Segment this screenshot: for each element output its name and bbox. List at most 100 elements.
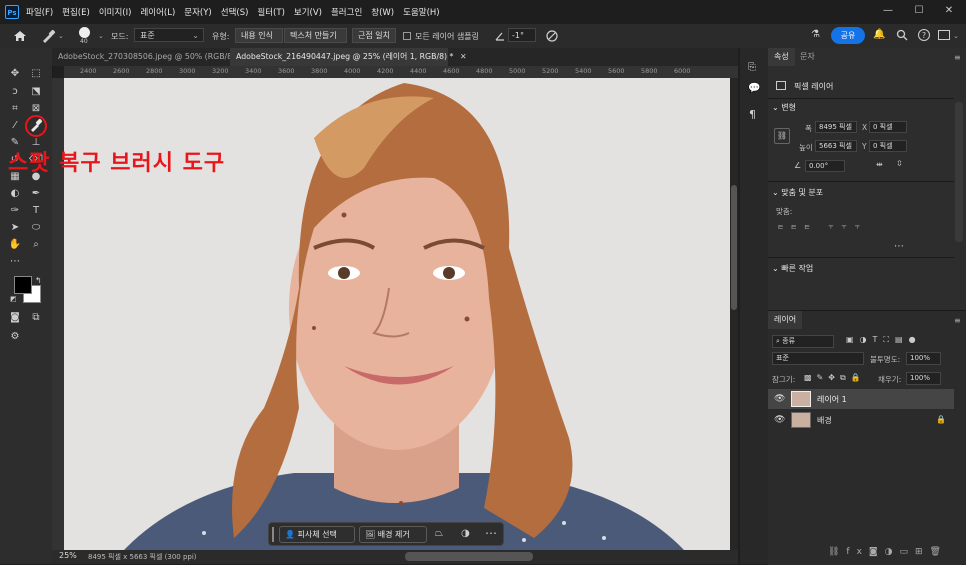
type-tool-icon[interactable]: T — [28, 203, 44, 219]
quick-mask-icon[interactable]: ◙ — [7, 310, 23, 326]
quick-actions-header[interactable]: ⌄ 빠른 작업 — [772, 263, 813, 274]
dodge-tool-icon[interactable]: ◐ — [7, 186, 23, 202]
document-tab[interactable]: AdobeStock_270308506.jpeg @ 50% (RGB/8) … — [52, 48, 248, 66]
angle-input[interactable]: -1° — [508, 28, 536, 42]
swap-colors-icon[interactable]: ↰ — [35, 276, 42, 285]
chevron-down-icon[interactable]: ⌄ — [58, 32, 64, 40]
fill-input[interactable]: 100% — [906, 372, 941, 385]
mode-select[interactable]: 표준 ⌄ — [134, 28, 204, 42]
type-content-aware-button[interactable]: 내용 인식 — [235, 28, 283, 43]
x-input[interactable]: 0 픽셀 — [869, 121, 907, 133]
foreground-color-swatch[interactable] — [14, 276, 32, 294]
chevron-down-icon[interactable]: ⌄ — [953, 32, 959, 40]
search-icon[interactable] — [896, 29, 908, 41]
vertical-scrollbar[interactable] — [730, 78, 738, 550]
link-icon[interactable]: ⛓ — [774, 128, 790, 144]
help-icon[interactable]: ? — [918, 29, 930, 41]
y-input[interactable]: 0 픽셀 — [869, 140, 907, 152]
crop-tool-icon[interactable]: ⌗ — [7, 101, 23, 117]
ellipse-tool-icon[interactable]: ⬭ — [28, 220, 44, 236]
edit-toolbar-icon[interactable]: ⚙ — [7, 329, 23, 345]
bell-icon[interactable]: 🔔 — [873, 29, 885, 40]
menu-layer[interactable]: 레이어(L) — [140, 6, 175, 18]
layer-filter-select[interactable]: ⌕ 종류 — [772, 335, 834, 348]
type-proximity-match-button[interactable]: 근접 일치 — [352, 28, 396, 43]
brush-size-icon[interactable] — [79, 27, 90, 38]
paragraph-icon[interactable]: ¶ — [749, 108, 756, 121]
default-colors-icon[interactable]: ◩ — [10, 295, 17, 303]
document-tab-active[interactable]: AdobeStock_216490447.jpeg @ 25% (레이어 1, … — [230, 48, 467, 66]
layers-footer-icons[interactable]: ⛓fx◙◑▭⊞🗑 — [828, 547, 948, 557]
menu-type[interactable]: 문자(Y) — [184, 6, 211, 18]
align-section-header[interactable]: ⌄ 맞춤 및 분포 — [772, 187, 823, 198]
pen-tool-icon[interactable]: ✒ — [28, 186, 44, 202]
layer-row[interactable]: 👁 배경 🔒 — [768, 410, 954, 430]
spot-healing-brush-preset-icon[interactable] — [40, 29, 56, 43]
align-buttons[interactable]: ⫢⫢⫢ ⫟⫟⫟ — [778, 222, 868, 232]
history-icon[interactable]: ⎘ — [748, 62, 756, 73]
more-icon[interactable]: ⋯ — [485, 526, 497, 540]
panel-scrollbar[interactable] — [955, 102, 963, 242]
menu-image[interactable]: 이미지(I) — [99, 6, 132, 18]
comments-icon[interactable]: 💬 — [748, 83, 760, 94]
chevron-down-icon[interactable]: ⌄ — [98, 32, 104, 40]
remove-background-button[interactable]: 🖼 배경 제거 — [359, 526, 427, 543]
width-input[interactable]: 8495 픽셀 — [815, 121, 857, 133]
lasso-tool-icon[interactable]: ↄ — [7, 84, 23, 100]
share-button[interactable]: 공유 — [831, 27, 865, 44]
tab-layers[interactable]: 레이어 — [768, 311, 803, 329]
home-icon[interactable] — [12, 29, 28, 43]
menu-file[interactable]: 파일(F) — [26, 6, 53, 18]
screen-mode-icon[interactable]: ⧉ — [28, 310, 44, 326]
panel-menu-icon[interactable]: ≡ — [954, 53, 961, 62]
transform-section-header[interactable]: ⌄ 변형 — [772, 102, 796, 113]
type-create-texture-button[interactable]: 텍스처 만들기 — [284, 28, 347, 43]
adjustment-icon[interactable]: ◑ — [461, 528, 470, 539]
sample-all-layers-checkbox[interactable] — [403, 32, 411, 40]
more-icon[interactable]: ⋯ — [894, 241, 904, 252]
menu-filter[interactable]: 필터(T) — [257, 6, 284, 18]
height-input[interactable]: 5663 픽셀 — [815, 140, 857, 152]
tab-character[interactable]: 문자 — [794, 48, 821, 66]
menu-window[interactable]: 창(W) — [371, 6, 394, 18]
close-icon[interactable]: ✕ — [941, 3, 957, 19]
menu-help[interactable]: 도움말(H) — [403, 6, 439, 18]
horizontal-scrollbar-thumb[interactable] — [405, 552, 533, 561]
zoom-level[interactable]: 25% — [59, 551, 77, 560]
workspace-icon[interactable] — [938, 30, 950, 40]
minimize-icon[interactable]: — — [880, 3, 896, 19]
opacity-input[interactable]: 100% — [906, 352, 941, 365]
lock-icons[interactable]: ▩✎✥⧉🔒 — [804, 373, 866, 383]
pressure-size-icon[interactable] — [546, 30, 558, 42]
more-tools-icon[interactable]: ⋯ — [7, 254, 23, 270]
hand-tool-icon[interactable]: ✋ — [7, 237, 23, 253]
marquee-tool-icon[interactable]: ⬚ — [28, 66, 44, 82]
menu-plugins[interactable]: 플러그인 — [331, 6, 362, 18]
vertical-scrollbar-thumb[interactable] — [731, 185, 737, 310]
layer-row[interactable]: 👁 레이어 1 — [768, 389, 954, 409]
angle-input[interactable]: 0.00° — [805, 160, 845, 172]
visibility-eye-icon[interactable]: 👁 — [774, 415, 785, 425]
flask-icon[interactable]: ⚗ — [811, 29, 823, 43]
path-select-tool-icon[interactable]: ➤ — [7, 220, 23, 236]
pen-tool-icon[interactable]: ✑ — [7, 203, 23, 219]
drag-handle-icon[interactable] — [272, 527, 274, 542]
move-tool-icon[interactable]: ✥ — [7, 66, 23, 82]
tab-properties[interactable]: 속성 — [768, 48, 795, 66]
zoom-tool-icon[interactable]: ⌕ — [28, 237, 44, 253]
menu-select[interactable]: 선택(S) — [221, 6, 249, 18]
visibility-eye-icon[interactable]: 👁 — [774, 394, 785, 404]
panel-menu-icon[interactable]: ≡ — [954, 316, 961, 325]
menu-view[interactable]: 보기(V) — [294, 6, 322, 18]
menu-edit[interactable]: 편집(E) — [62, 6, 90, 18]
transform-icon[interactable]: ⏢ — [435, 528, 443, 539]
eyedropper-tool-icon[interactable]: ⁄ — [7, 118, 23, 134]
layer-filter-icons[interactable]: ▣◑T⛶▤● — [846, 335, 922, 345]
maximize-icon[interactable]: ☐ — [911, 3, 927, 19]
flip-horizontal-icon[interactable]: ⇹ — [876, 160, 883, 169]
flip-vertical-icon[interactable]: ⇳ — [896, 159, 903, 168]
blend-mode-select[interactable]: 표준 — [772, 352, 864, 365]
close-icon[interactable]: ✕ — [460, 52, 467, 61]
object-select-tool-icon[interactable]: ⬔ — [28, 84, 44, 100]
select-subject-button[interactable]: 👤 피사체 선택 — [279, 526, 355, 543]
